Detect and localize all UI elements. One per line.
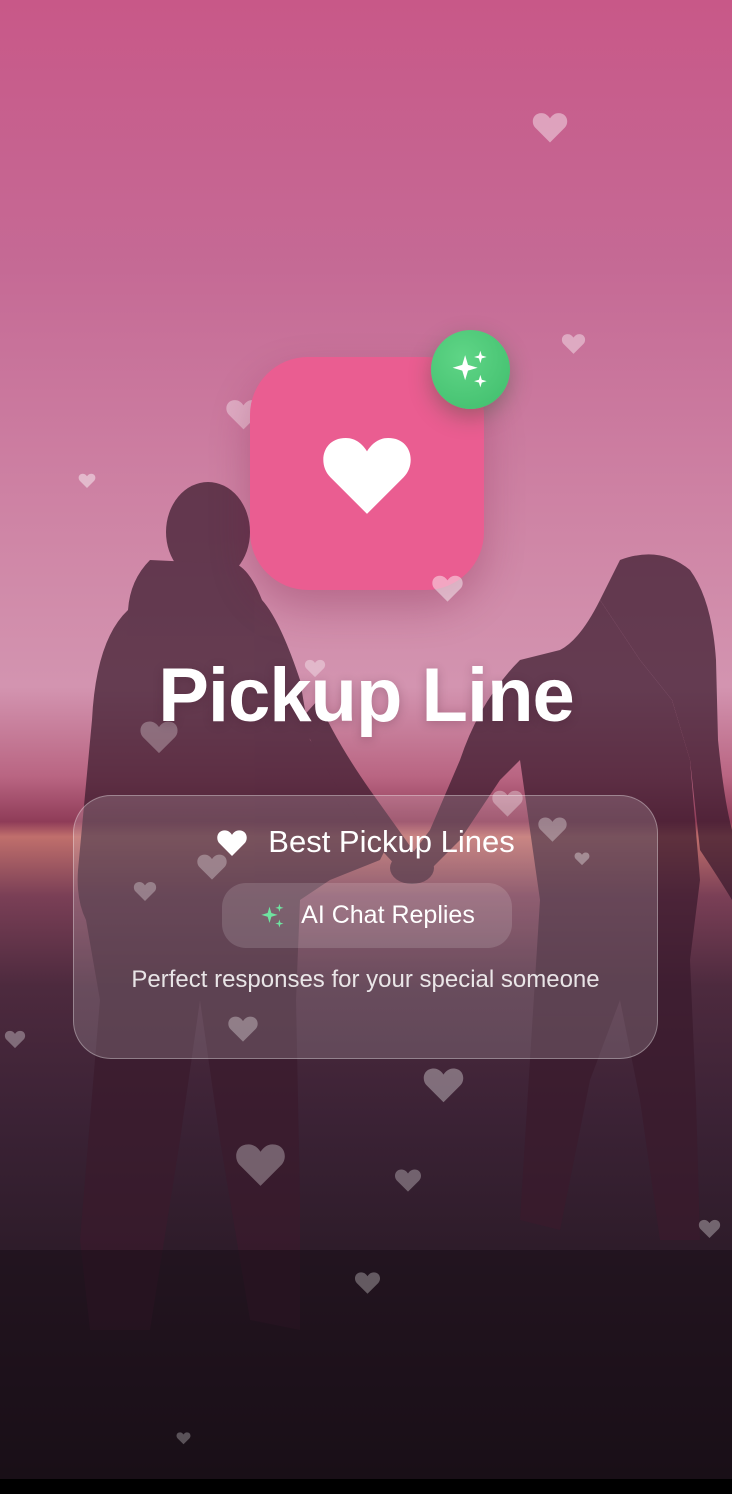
card-headline-label: Best Pickup Lines bbox=[268, 824, 515, 859]
heart-icon bbox=[323, 438, 411, 514]
card-headline: Best Pickup Lines bbox=[74, 824, 657, 860]
system-bottom-bar bbox=[0, 1479, 732, 1494]
floating-heart-icon bbox=[561, 334, 586, 354]
floating-heart-icon bbox=[4, 1030, 26, 1049]
floating-heart-icon bbox=[698, 1219, 721, 1239]
ai-badge bbox=[431, 330, 510, 409]
floating-heart-icon bbox=[354, 1272, 381, 1294]
sparkles-icon bbox=[452, 350, 487, 388]
floating-heart-icon bbox=[432, 575, 463, 602]
floating-heart-icon bbox=[236, 1144, 285, 1186]
floating-heart-icon bbox=[176, 1432, 191, 1445]
app-title: Pickup Line bbox=[158, 653, 575, 738]
sparkles-icon bbox=[261, 903, 284, 928]
ai-pill-label: AI Chat Replies bbox=[301, 901, 475, 929]
floating-heart-icon bbox=[423, 1068, 464, 1103]
splash-screen: Pickup Line Best Pickup Lines AI Chat Re… bbox=[0, 0, 732, 1494]
floating-heart-icon bbox=[532, 113, 568, 143]
floating-heart-icon bbox=[78, 473, 96, 488]
tagline: Perfect responses for your special someo… bbox=[131, 966, 600, 993]
feature-card: Best Pickup Lines AI Chat Replies Perfec… bbox=[73, 795, 658, 1059]
floating-heart-icon bbox=[395, 1169, 421, 1192]
ai-chat-replies-pill: AI Chat Replies bbox=[222, 883, 512, 948]
heart-icon bbox=[217, 829, 248, 856]
